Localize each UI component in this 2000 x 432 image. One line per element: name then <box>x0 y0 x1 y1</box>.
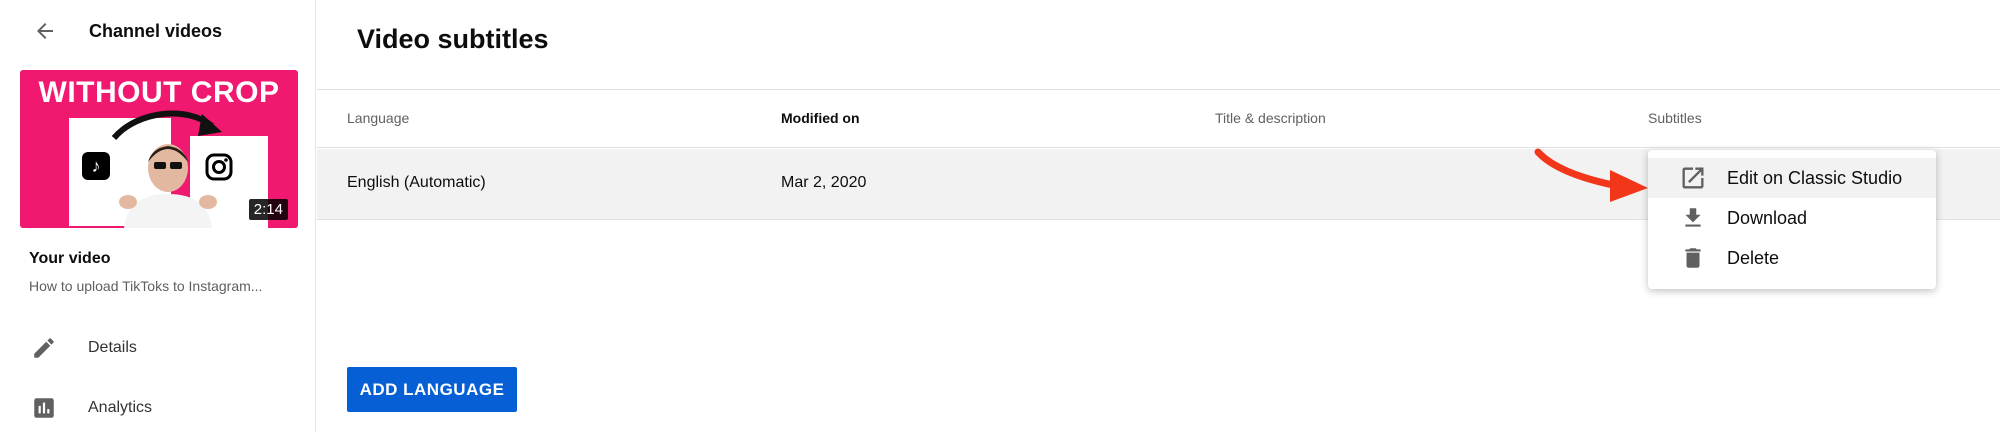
analytics-icon <box>28 392 60 424</box>
menu-item-download[interactable]: Download <box>1648 198 1936 238</box>
video-duration: 2:14 <box>248 199 288 220</box>
thumbnail-title: WITHOUT CROP <box>38 76 280 109</box>
menu-item-label: Edit on Classic Studio <box>1727 167 1903 188</box>
column-header-language[interactable]: Language <box>347 110 409 126</box>
column-header-subtitles[interactable]: Subtitles <box>1648 110 1702 126</box>
pencil-icon <box>28 332 60 364</box>
channel-videos-link[interactable]: Channel videos <box>89 21 222 42</box>
video-thumbnail[interactable]: WITHOUT CROP ♪ 2:14 <box>20 70 298 228</box>
table-header: Language Modified on Title & description… <box>317 90 2000 148</box>
column-header-modified[interactable]: Modified on <box>781 110 860 126</box>
sidebar: Channel videos WITHOUT CROP ♪ 2:14 Your … <box>0 0 316 432</box>
tiktok-logo-icon: ♪ <box>82 152 110 180</box>
page-title: Video subtitles <box>357 24 549 54</box>
annotation-arrow-icon <box>1534 148 1648 202</box>
instagram-logo-icon <box>205 153 233 181</box>
column-header-title-description[interactable]: Title & description <box>1215 110 1326 126</box>
cell-modified: Mar 2, 2020 <box>781 174 867 191</box>
menu-item-label: Delete <box>1727 247 1780 268</box>
sidebar-item-analytics[interactable]: Analytics <box>28 392 152 424</box>
back-row: Channel videos <box>30 14 222 48</box>
menu-item-edit-classic-studio[interactable]: Edit on Classic Studio <box>1648 158 1936 198</box>
person-image <box>119 144 217 228</box>
download-icon <box>1678 203 1708 233</box>
menu-item-label: Download <box>1727 207 1808 228</box>
menu-item-delete[interactable]: Delete <box>1648 238 1936 278</box>
trash-icon <box>1678 243 1708 273</box>
open-external-icon <box>1678 163 1708 193</box>
sidebar-item-label: Details <box>88 339 137 356</box>
cell-language: English (Automatic) <box>347 174 486 191</box>
add-language-button[interactable]: ADD LANGUAGE <box>347 367 517 412</box>
subtitles-options-menu: Edit on Classic Studio Download Delete <box>1648 150 1936 289</box>
back-arrow-icon[interactable] <box>30 16 60 46</box>
your-video-label: Your video <box>29 250 111 267</box>
sidebar-item-label: Analytics <box>88 399 153 416</box>
sidebar-item-details[interactable]: Details <box>28 332 137 364</box>
video-title: How to upload TikToks to Instagram... <box>29 278 263 294</box>
